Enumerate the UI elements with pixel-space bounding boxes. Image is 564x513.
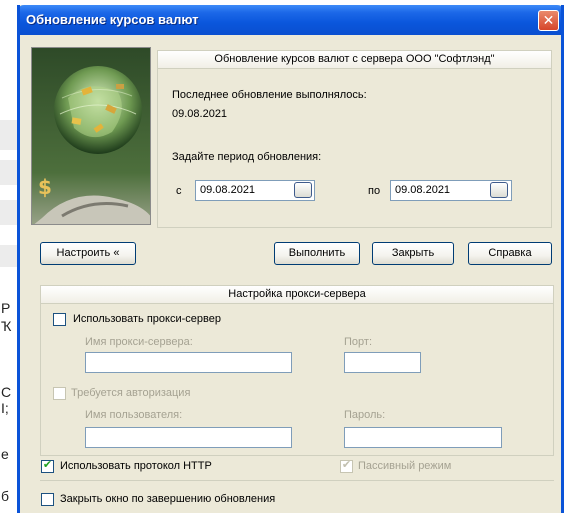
use-http-checkbox[interactable]: ✔ — [41, 459, 54, 473]
background-text: Ӏ; — [1, 400, 9, 416]
to-label: по — [368, 185, 381, 197]
passive-mode-label[interactable]: Пассивный режим — [358, 460, 451, 472]
last-update-date: 09.08.2021 — [172, 108, 228, 120]
close-after-update-checkbox[interactable] — [41, 493, 54, 506]
background-text: С — [1, 384, 12, 400]
globe-money-icon: $ — [32, 48, 150, 224]
background-text: Ҡ — [1, 318, 12, 334]
separator — [40, 480, 554, 481]
passive-mode-checkbox[interactable]: ✔ — [340, 459, 353, 473]
close-button[interactable]: Закрыть — [372, 242, 454, 265]
update-group-header: Обновление курсов валют с сервера ООО "С… — [158, 51, 551, 69]
execute-button-label: Выполнить — [288, 247, 346, 259]
update-settings-group: Обновление курсов валют с сервера ООО "С… — [157, 50, 552, 228]
background-text: е — [1, 446, 9, 462]
username-label: Имя пользователя: — [85, 409, 183, 421]
period-label: Задайте период обновления: — [172, 151, 322, 163]
to-date-picker-button[interactable] — [490, 182, 508, 198]
from-date-picker-button[interactable] — [294, 182, 312, 198]
window-title: Обновление курсов валют — [26, 12, 199, 27]
checkmark-icon: ✔ — [341, 459, 352, 471]
proxy-port-field[interactable] — [344, 352, 421, 373]
to-date-field[interactable]: 09.08.2021 — [390, 180, 512, 201]
background-strip — [0, 120, 17, 150]
currency-update-dialog: Обновление курсов валют ✕ $ Обновление к… — [17, 5, 564, 513]
configure-button-label: Настроить « — [56, 247, 120, 259]
from-date-value: 09.08.2021 — [200, 184, 256, 196]
close-window-button[interactable]: ✕ — [538, 10, 559, 31]
execute-button[interactable]: Выполнить — [274, 242, 360, 265]
checkmark-icon: ✔ — [42, 459, 53, 471]
use-proxy-label[interactable]: Использовать прокси-сервер — [73, 313, 221, 325]
last-update-label: Последнее обновление выполнялось: — [172, 89, 367, 101]
use-http-label[interactable]: Использовать протокол HTTP — [60, 460, 212, 472]
help-button-label: Справка — [488, 247, 532, 259]
help-button[interactable]: Справка — [468, 242, 552, 265]
configure-button[interactable]: Настроить « — [40, 242, 136, 265]
title-bar[interactable]: Обновление курсов валют ✕ — [20, 5, 561, 35]
auth-required-label[interactable]: Требуется авторизация — [71, 387, 190, 399]
proxy-group-header: Настройка прокси-сервера — [41, 286, 553, 304]
close-after-update-label[interactable]: Закрыть окно по завершению обновления — [60, 493, 275, 505]
auth-required-checkbox[interactable] — [53, 387, 66, 400]
close-button-label: Закрыть — [391, 247, 435, 259]
proxy-server-name-label: Имя прокси-сервера: — [85, 336, 193, 348]
background-strip — [0, 245, 17, 267]
from-label: с — [176, 185, 182, 197]
background-text: б — [1, 488, 10, 504]
background-strip — [0, 200, 17, 225]
proxy-settings-group: Настройка прокси-сервера Использовать пр… — [40, 285, 554, 456]
proxy-server-name-field[interactable] — [85, 352, 292, 373]
username-field[interactable] — [85, 427, 292, 448]
proxy-port-label: Порт: — [344, 336, 372, 348]
svg-text:$: $ — [38, 175, 52, 199]
password-field[interactable] — [344, 427, 502, 448]
close-icon: ✕ — [542, 12, 555, 28]
background-text: Р — [1, 300, 11, 316]
password-label: Пароль: — [344, 409, 386, 421]
background-strip — [0, 160, 17, 185]
from-date-field[interactable]: 09.08.2021 — [195, 180, 315, 201]
to-date-value: 09.08.2021 — [395, 184, 451, 196]
currency-globe-picture: $ — [31, 47, 151, 225]
use-proxy-checkbox[interactable] — [53, 313, 66, 326]
